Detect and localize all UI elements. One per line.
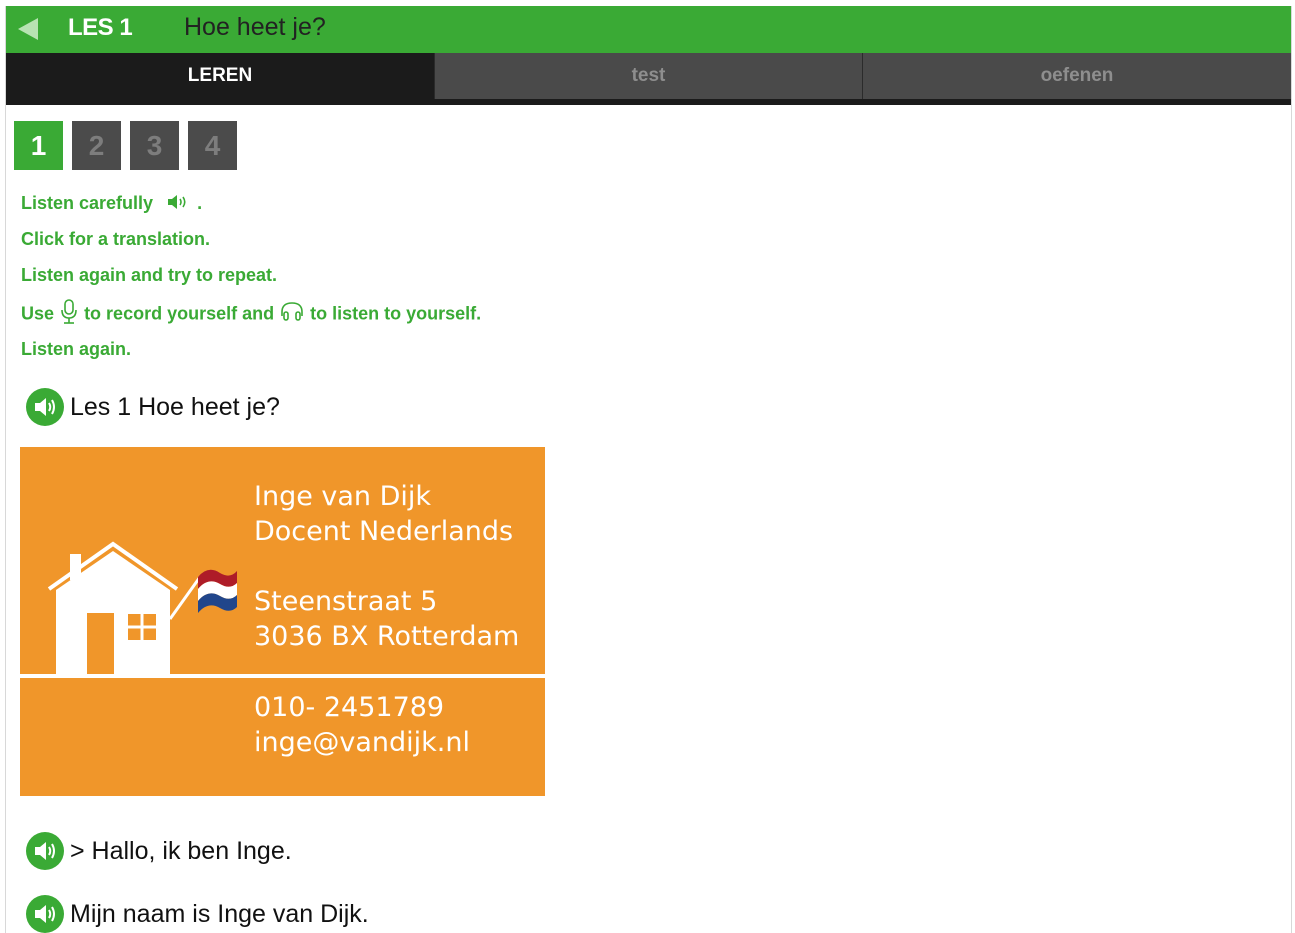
tab-leren[interactable]: LEREN	[6, 53, 434, 99]
speaker-icon[interactable]	[26, 832, 64, 870]
phrase-text[interactable]: > Hallo, ik ben Inge.	[70, 837, 292, 866]
card-city: 3036 BX Rotterdam	[254, 621, 520, 652]
instruction-listen-text: to listen to yourself.	[310, 303, 482, 324]
phrase-text[interactable]: Mijn naam is Inge van Dijk.	[70, 900, 369, 929]
card-role: Docent Nederlands	[254, 516, 514, 547]
instruction-translation: Click for a translation.	[21, 229, 211, 249]
instruction-use: Use	[21, 303, 55, 324]
speaker-icon[interactable]	[26, 388, 64, 426]
microphone-icon	[59, 298, 79, 331]
step-selector: 1 2 3 4	[14, 121, 237, 170]
tab-test[interactable]: test	[434, 53, 862, 99]
lesson-title: Hoe heet je?	[184, 13, 326, 41]
card-divider	[20, 674, 545, 678]
tab-bar: LEREN test oefenen	[6, 53, 1291, 105]
instruction-listen-carefully: Listen carefully .	[21, 193, 202, 215]
back-arrow-icon[interactable]	[18, 18, 38, 40]
card-name: Inge van Dijk	[254, 481, 432, 512]
step-1-button[interactable]: 1	[14, 121, 63, 170]
phrase-row[interactable]: > Hallo, ik ben Inge.	[26, 832, 292, 870]
card-email: inge@vandijk.nl	[254, 727, 470, 758]
speaker-icon[interactable]	[26, 895, 64, 933]
headphones-icon	[279, 300, 305, 329]
instruction-period: .	[197, 193, 203, 213]
phrase-row[interactable]: Mijn naam is Inge van Dijk.	[26, 895, 369, 933]
step-3-button[interactable]: 3	[130, 121, 179, 170]
card-phone: 010- 2451789	[254, 692, 445, 723]
lesson-number: LES 1	[68, 14, 133, 41]
instruction-listen-again: Listen again.	[21, 339, 132, 359]
phrase-text[interactable]: Les 1 Hoe heet je?	[70, 393, 280, 422]
step-2-button[interactable]: 2	[72, 121, 121, 170]
header-bar: LES 1 Hoe heet je?	[6, 6, 1291, 53]
instruction-record-text: to record yourself and	[84, 303, 275, 324]
phrase-row[interactable]: Les 1 Hoe heet je?	[26, 388, 280, 426]
instruction-record: Use to record yourself and to listen to …	[21, 298, 481, 331]
card-street: Steenstraat 5	[254, 586, 438, 617]
instruction-repeat: Listen again and try to repeat.	[21, 265, 278, 285]
small-speaker-icon	[166, 194, 192, 215]
app-window: LES 1 Hoe heet je? LEREN test oefenen 1 …	[5, 6, 1292, 933]
step-4-button[interactable]: 4	[188, 121, 237, 170]
instruction-text: Listen carefully	[21, 193, 154, 213]
tab-oefenen[interactable]: oefenen	[862, 53, 1291, 99]
business-card-image: Inge van Dijk Docent Nederlands Steenstr…	[20, 447, 545, 796]
